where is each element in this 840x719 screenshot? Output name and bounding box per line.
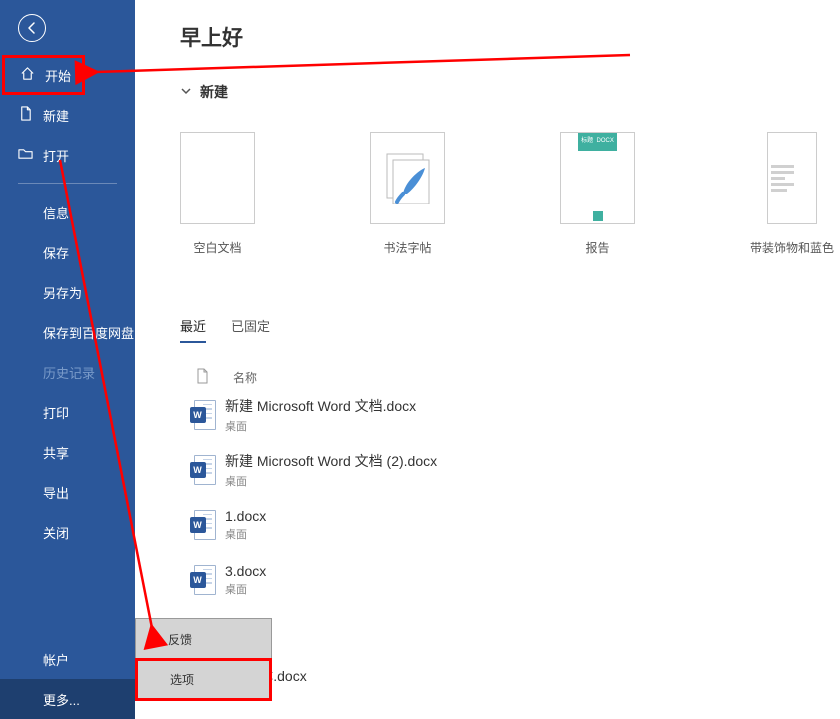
sidebar-item-new[interactable]: 新建: [0, 95, 135, 135]
sidebar-label: 导出: [18, 483, 69, 502]
sidebar-label: 信息: [18, 203, 69, 222]
word-file-icon: W: [190, 565, 216, 595]
template-blank[interactable]: 空白文档: [180, 132, 255, 256]
recent-tabs: 最近 已固定: [180, 316, 840, 343]
tab-pinned[interactable]: 已固定: [231, 316, 270, 343]
sidebar-item-export[interactable]: 导出: [0, 472, 135, 512]
sidebar-label: 新建: [43, 106, 69, 125]
sidebar-label: 共享: [18, 443, 69, 462]
file-location: 桌面: [225, 473, 437, 489]
sidebar-label: 历史记录: [18, 363, 95, 382]
sidebar-item-save[interactable]: 保存: [0, 232, 135, 272]
sidebar-item-share[interactable]: 共享: [0, 432, 135, 472]
section-title: 新建: [200, 82, 228, 102]
sidebar-divider: [18, 183, 117, 184]
template-label: 带装饰物和蓝色: [750, 239, 834, 256]
templates-row: 空白文档 书法字帖 标题 DOCX 报告: [180, 132, 840, 256]
popup-item-feedback[interactable]: 反馈: [136, 619, 271, 659]
sidebar-label: 保存: [18, 243, 69, 262]
chevron-down-icon: [180, 85, 192, 100]
more-popup-menu: 反馈 选项: [135, 618, 272, 701]
sidebar-item-close[interactable]: 关闭: [0, 512, 135, 552]
sidebar-item-open[interactable]: 打开: [0, 135, 135, 175]
sidebar-item-info[interactable]: 信息: [0, 192, 135, 232]
sidebar-item-history: 历史记录: [0, 352, 135, 392]
file-name: 1.docx: [225, 508, 266, 524]
file-name: 新建 Microsoft Word 文档.docx: [225, 396, 416, 416]
template-decor[interactable]: 带装饰物和蓝色: [750, 132, 834, 256]
backstage-sidebar: 开始 新建 打开 信息 保存 另存为 保存到百度网盘 历史记录 打印 共享 导出…: [0, 0, 135, 719]
file-row[interactable]: W 3.docx 桌面: [180, 552, 840, 607]
file-location: 桌面: [225, 526, 266, 542]
template-thumbnail: [180, 132, 255, 224]
sidebar-item-home[interactable]: 开始: [2, 55, 85, 95]
file-row[interactable]: W 1.docx 桌面: [180, 497, 840, 552]
file-row[interactable]: W 1 - 副本.docx: [180, 649, 840, 704]
sidebar-label: 开始: [45, 66, 71, 85]
popup-item-options[interactable]: 选项: [135, 658, 272, 701]
file-row[interactable]: W 新建 Microsoft Word 文档.docx 桌面: [180, 387, 840, 442]
file-location: 桌面: [225, 418, 416, 434]
template-label: 书法字帖: [383, 239, 431, 256]
template-thumbnail: [370, 132, 445, 224]
document-icon: [18, 106, 33, 124]
home-icon: [20, 66, 35, 84]
backstage-main: 早上好 新建 空白文档 书法字帖 标题 DOCX: [135, 0, 840, 719]
sidebar-label: 打印: [18, 403, 69, 422]
template-thumbnail: 标题 DOCX: [560, 132, 635, 224]
word-file-icon: W: [190, 510, 216, 540]
new-section-header[interactable]: 新建: [180, 82, 840, 102]
file-name: 新建 Microsoft Word 文档 (2).docx: [225, 451, 437, 471]
tab-recent[interactable]: 最近: [180, 316, 206, 343]
back-button[interactable]: [0, 0, 135, 55]
word-file-icon: W: [190, 400, 216, 430]
back-arrow-icon: [18, 14, 46, 42]
template-report[interactable]: 标题 DOCX 报告: [560, 132, 635, 256]
sidebar-label: 保存到百度网盘: [18, 323, 134, 342]
folder-icon: [18, 146, 33, 164]
greeting-heading: 早上好: [180, 22, 840, 52]
file-row[interactable]: W 新建 Microsoft Word 文档 (2).docx 桌面: [180, 442, 840, 497]
template-calligraphy[interactable]: 书法字帖: [370, 132, 445, 256]
word-file-icon: W: [190, 455, 216, 485]
template-label: 报告: [585, 239, 609, 256]
file-name: 3.docx: [225, 563, 266, 579]
file-list: W 新建 Microsoft Word 文档.docx 桌面 W 新建 Micro…: [180, 387, 840, 704]
column-name-header: 名称: [225, 369, 257, 386]
sidebar-item-saveas[interactable]: 另存为: [0, 272, 135, 312]
sidebar-item-account[interactable]: 帐户: [0, 639, 135, 679]
sidebar-label: 帐户: [18, 650, 69, 669]
sidebar-item-more[interactable]: 更多...: [0, 679, 135, 719]
sidebar-label: 打开: [43, 146, 69, 165]
template-thumbnail: [767, 132, 817, 224]
sidebar-label: 另存为: [18, 283, 82, 302]
sidebar-item-print[interactable]: 打印: [0, 392, 135, 432]
sidebar-item-save-baidu[interactable]: 保存到百度网盘: [0, 312, 135, 352]
template-label: 空白文档: [193, 239, 241, 256]
file-list-header: 名称: [180, 368, 840, 387]
document-outline-icon: [196, 368, 209, 387]
file-location: 桌面: [225, 581, 266, 597]
sidebar-label: 关闭: [18, 523, 69, 542]
sidebar-label: 更多...: [18, 690, 80, 709]
